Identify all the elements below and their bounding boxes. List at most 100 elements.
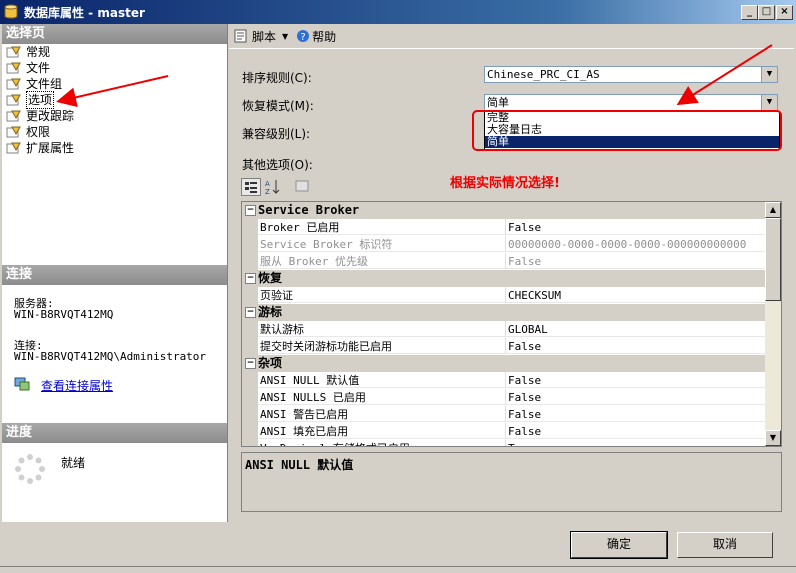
property-name: ANSI 警告已启用 xyxy=(258,406,505,422)
connection-header: 连接 xyxy=(2,265,227,285)
nav-item-5[interactable]: 权限 xyxy=(6,124,74,140)
grid-property-row[interactable]: ANSI NULL 默认值 False xyxy=(242,372,766,389)
row-gutter xyxy=(242,406,258,423)
chevron-down-icon[interactable]: ▼ xyxy=(761,95,777,110)
nav-item-label: 文件组 xyxy=(26,77,63,91)
grid-property-row[interactable]: ANSI 填充已启用 False xyxy=(242,423,766,440)
nav-item-3[interactable]: 选项 xyxy=(6,91,74,109)
grid-category-row[interactable]: − Service Broker xyxy=(242,202,766,219)
nav-item-label: 文件 xyxy=(26,61,51,75)
title-bar[interactable]: 数据库属性 - master _ □ × xyxy=(0,0,796,24)
ok-button[interactable]: 确定 xyxy=(570,531,668,559)
maximize-button[interactable]: □ xyxy=(758,5,775,20)
connection-value: WIN-B8RVQT412MQ\Administrator xyxy=(14,350,207,363)
help-button[interactable]: ? 帮助 xyxy=(296,28,336,45)
grid-property-row[interactable]: 提交时关闭游标功能已启用 False xyxy=(242,338,766,355)
grid-property-row[interactable]: 默认游标 GLOBAL xyxy=(242,321,766,338)
grid-property-row[interactable]: ANSI 警告已启用 False xyxy=(242,406,766,423)
property-pages-button[interactable] xyxy=(293,178,313,196)
grid-property-row[interactable]: 服从 Broker 优先级 False xyxy=(242,253,766,270)
sort-az-icon: AZ xyxy=(265,180,280,196)
right-panel: 脚本 ▼ ? 帮助 排序规则(C): Chinese_PRC_CI_AS ▼ 恢… xyxy=(229,24,794,522)
footer-divider xyxy=(0,566,796,567)
property-name: 服从 Broker 优先级 xyxy=(258,253,505,269)
categorized-button[interactable] xyxy=(241,178,261,196)
collapse-icon[interactable]: − xyxy=(245,273,256,284)
scroll-thumb[interactable] xyxy=(765,218,781,301)
script-button[interactable]: 脚本 ▼ xyxy=(233,28,288,45)
property-value[interactable]: False xyxy=(505,253,766,269)
category-name: 恢复 xyxy=(258,271,283,285)
chevron-down-icon[interactable]: ▼ xyxy=(761,67,777,82)
connection-properties-icon xyxy=(14,377,30,391)
nav-item-6[interactable]: 扩展属性 xyxy=(6,140,74,156)
property-value[interactable]: False xyxy=(505,423,766,439)
property-value[interactable]: False xyxy=(505,338,766,354)
minimize-button[interactable]: _ xyxy=(741,5,758,20)
cancel-button[interactable]: 取消 xyxy=(677,532,773,558)
page-icon xyxy=(6,62,21,74)
grid-property-row[interactable]: Broker 已启用 False xyxy=(242,219,766,236)
row-gutter xyxy=(242,253,258,270)
row-gutter xyxy=(242,219,258,236)
category-name: 杂项 xyxy=(258,356,283,370)
page-icon xyxy=(6,94,21,106)
scroll-down-icon[interactable]: ▼ xyxy=(765,430,781,446)
property-name: 提交时关闭游标功能已启用 xyxy=(258,338,505,354)
category-name: 游标 xyxy=(258,305,283,319)
svg-text:A: A xyxy=(265,180,270,188)
grid-property-row[interactable]: 页验证 CHECKSUM xyxy=(242,287,766,304)
collapse-icon[interactable]: − xyxy=(245,358,256,369)
dropdown-arrow-icon[interactable]: ▼ xyxy=(282,32,288,41)
svg-text:Z: Z xyxy=(265,188,270,196)
row-gutter xyxy=(242,423,258,440)
property-description-title: ANSI NULL 默认值 xyxy=(245,458,354,472)
property-value[interactable]: GLOBAL xyxy=(505,321,766,337)
nav-item-4[interactable]: 更改跟踪 xyxy=(6,108,74,124)
property-value[interactable]: False xyxy=(505,406,766,422)
property-value[interactable]: CHECKSUM xyxy=(505,287,766,303)
window-title: 数据库属性 - master xyxy=(24,6,145,20)
categorized-icon xyxy=(245,182,257,193)
grid-property-row[interactable]: Service Broker 标识符 00000000-0000-0000-000… xyxy=(242,236,766,253)
property-name: ANSI NULLS 已启用 xyxy=(258,389,505,405)
scroll-up-icon[interactable]: ▲ xyxy=(765,202,781,218)
progress-spinner-icon xyxy=(15,454,45,484)
toolbar: 脚本 ▼ ? 帮助 xyxy=(229,24,794,49)
row-gutter xyxy=(242,338,258,355)
collapse-icon[interactable]: − xyxy=(245,307,256,318)
grid-property-row[interactable]: VarDecimal 存储格式已启用True xyxy=(242,440,766,446)
nav-item-0[interactable]: 常规 xyxy=(6,44,74,60)
nav-item-label: 权限 xyxy=(26,125,51,139)
nav-item-1[interactable]: 文件 xyxy=(6,60,74,76)
property-value[interactable]: True xyxy=(505,440,766,446)
grid-scrollbar[interactable]: ▲ ▼ xyxy=(765,202,781,446)
row-gutter xyxy=(242,287,258,304)
options-property-grid[interactable]: − Service Broker Broker 已启用 False Service Br… xyxy=(241,201,782,447)
property-value[interactable]: False xyxy=(505,219,766,235)
left-panel: 选择页 常规 文件 文件组 选项 更改跟踪 权限 扩展属性 连接 服务器: WIN-B8RV… xyxy=(2,24,228,522)
grid-category-row[interactable]: − 恢复 xyxy=(242,270,766,287)
nav-item-label: 更改跟踪 xyxy=(26,109,75,123)
progress-status: 就绪 xyxy=(61,456,86,470)
alphabetical-button[interactable]: AZ xyxy=(263,178,283,196)
grid-category-row[interactable]: − 游标 xyxy=(242,304,766,321)
nav-item-2[interactable]: 文件组 xyxy=(6,76,74,92)
close-button[interactable]: × xyxy=(776,5,793,20)
view-connection-properties-link[interactable]: 查看连接属性 xyxy=(41,377,113,394)
collation-select[interactable]: Chinese_PRC_CI_AS ▼ xyxy=(484,66,778,83)
grid-property-row[interactable]: ANSI NULLS 已启用 False xyxy=(242,389,766,406)
collation-value: Chinese_PRC_CI_AS xyxy=(487,68,600,81)
property-value[interactable]: False xyxy=(505,372,766,388)
recovery-model-select[interactable]: 简单 ▼ xyxy=(484,94,778,111)
grid-category-row[interactable]: − 杂项 xyxy=(242,355,766,372)
collapse-icon[interactable]: − xyxy=(245,205,256,216)
property-name: ANSI NULL 默认值 xyxy=(258,372,505,388)
property-value[interactable]: False xyxy=(505,389,766,405)
row-gutter xyxy=(242,389,258,406)
collation-label: 排序规则(C): xyxy=(242,71,312,85)
property-name: 默认游标 xyxy=(258,321,505,337)
property-name: Service Broker 标识符 xyxy=(258,236,505,252)
property-value[interactable]: 00000000-0000-0000-0000-000000000000 xyxy=(505,236,766,252)
grid-toolbar: AZ xyxy=(241,178,313,196)
